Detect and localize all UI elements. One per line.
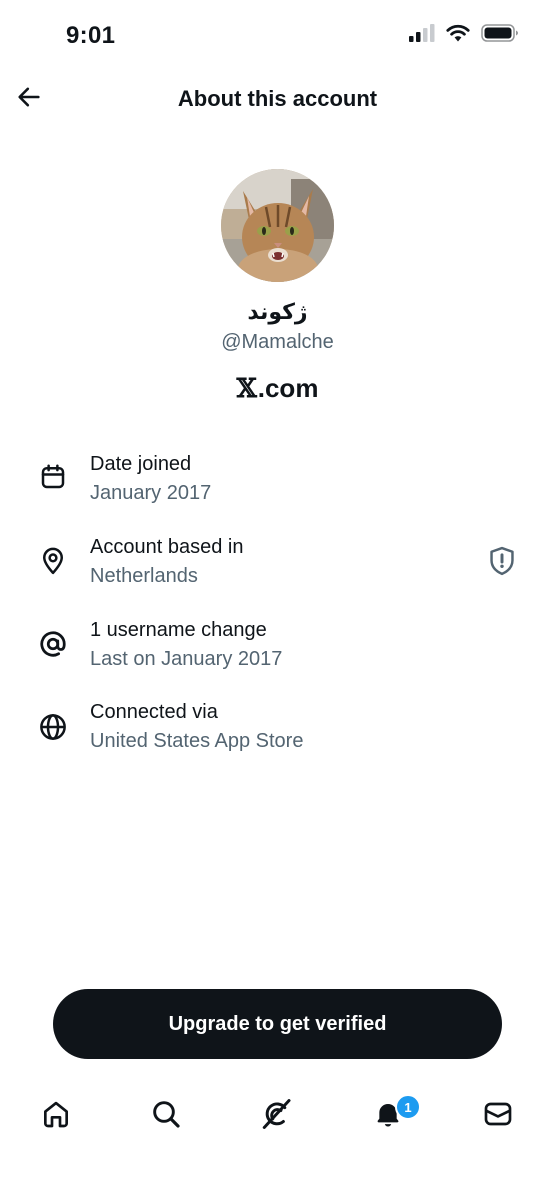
page-title: About this account xyxy=(177,86,378,111)
tab-search[interactable] xyxy=(146,1096,186,1136)
status-icons xyxy=(409,24,519,47)
upgrade-verified-button[interactable]: Upgrade to get verified xyxy=(53,989,502,1059)
site-link[interactable]: 𝕏 .com xyxy=(0,373,555,404)
tab-home[interactable] xyxy=(36,1096,76,1136)
x-logo-icon: 𝕏 xyxy=(236,373,257,404)
info-row-connected-via: Connected via United States App Store xyxy=(0,701,555,761)
account-based-in-label: Account based in xyxy=(90,536,244,558)
notification-count-badge: 1 xyxy=(395,1094,421,1120)
status-time: 9:01 xyxy=(66,22,116,49)
tab-grok[interactable] xyxy=(257,1096,297,1136)
calendar-icon xyxy=(36,460,70,494)
status-bar: 9:01 xyxy=(0,0,555,70)
grok-icon xyxy=(260,1097,294,1136)
site-suffix: .com xyxy=(257,373,319,403)
username-change-value: Last on January 2017 xyxy=(90,648,283,670)
home-icon xyxy=(40,1098,72,1135)
bottom-tab-bar: 1 xyxy=(0,1080,555,1152)
location-info-button[interactable] xyxy=(486,546,518,580)
account-based-in-value: Netherlands xyxy=(90,565,198,587)
cat-photo xyxy=(221,169,334,282)
username-handle: @Mamalche xyxy=(221,331,334,353)
wifi-icon xyxy=(446,24,470,47)
messages-icon xyxy=(482,1098,514,1135)
connected-via-label: Connected via xyxy=(90,701,218,723)
battery-icon xyxy=(481,24,519,47)
date-joined-value: January 2017 xyxy=(90,482,212,504)
connected-via-value: United States App Store xyxy=(90,730,304,752)
at-sign-icon xyxy=(36,627,70,661)
tab-messages[interactable] xyxy=(478,1096,518,1136)
shield-exclamation-icon xyxy=(487,545,517,582)
info-row-username-change: 1 username change Last on January 2017 xyxy=(0,619,555,679)
cellular-signal-icon xyxy=(409,24,435,47)
date-joined-label: Date joined xyxy=(90,453,192,475)
location-pin-icon xyxy=(36,544,70,578)
info-row-date-joined: Date joined January 2017 xyxy=(0,453,555,513)
avatar[interactable] xyxy=(221,169,334,282)
globe-icon xyxy=(36,710,70,744)
info-row-account-based-in: Account based in Netherlands xyxy=(0,536,555,596)
search-icon xyxy=(150,1098,182,1135)
username-change-label: 1 username change xyxy=(90,619,267,641)
top-nav: About this account xyxy=(0,70,555,128)
display-name: ژکوند xyxy=(247,300,308,325)
